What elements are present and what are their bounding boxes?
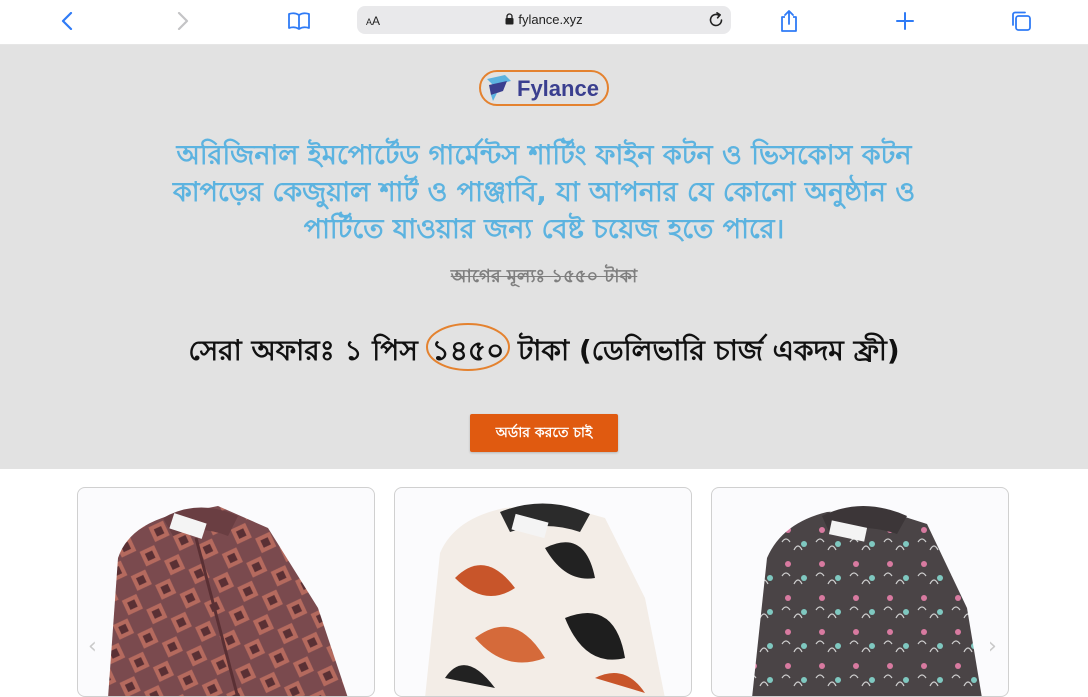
old-price: আগের মূল্যঃ ১৫৫০ টাকা — [450, 266, 638, 287]
carousel-next-icon[interactable]: › — [988, 634, 997, 659]
highlight-circle-icon — [425, 323, 510, 371]
hero-headline: অরিজিনাল ইমপোর্টেড গার্মেন্টস শার্টিং ফা… — [172, 140, 916, 245]
lock-icon — [505, 13, 514, 28]
forward-icon[interactable] — [168, 8, 198, 34]
bookmarks-icon[interactable] — [284, 8, 314, 34]
product-card-1[interactable] — [77, 487, 375, 697]
offer-suffix: টাকা (ডেলিভারি চার্জ একদম ফ্রী) — [518, 334, 900, 367]
reload-icon[interactable] — [707, 11, 725, 33]
logo-text: Fylance — [517, 76, 599, 101]
shirt-image-2 — [425, 503, 665, 696]
product-card-2[interactable] — [394, 487, 692, 697]
offer-prefix: সেরা অফারঃ ১ পিস — [188, 334, 418, 367]
offer-price-highlight: ১৪৫০ — [425, 323, 510, 376]
shirt-image-3 — [752, 506, 982, 696]
hero-section: Fylance অরিজিনাল ইমপোর্টেড গার্মেন্টস শা… — [0, 45, 1088, 469]
browser-toolbar: AA fylance.xyz — [0, 0, 1088, 45]
share-icon[interactable] — [774, 8, 804, 34]
tabs-icon[interactable] — [1006, 8, 1036, 34]
carousel-prev-icon[interactable]: ‹ — [88, 634, 97, 659]
back-icon[interactable] — [52, 8, 82, 34]
brand-logo[interactable]: Fylance — [479, 70, 609, 106]
order-button[interactable]: অর্ডার করতে চাই — [470, 414, 618, 452]
shirt-image-1 — [108, 506, 348, 696]
product-card-3[interactable] — [711, 487, 1009, 697]
offer-line: সেরা অফারঃ ১ পিস ১৪৫০ টাকা (ডেলিভারি চার… — [0, 323, 1088, 376]
address-bar[interactable]: AA fylance.xyz — [357, 6, 731, 34]
new-tab-icon[interactable] — [890, 8, 920, 34]
url-text: fylance.xyz — [518, 12, 583, 27]
logo-mark-icon — [483, 73, 515, 107]
